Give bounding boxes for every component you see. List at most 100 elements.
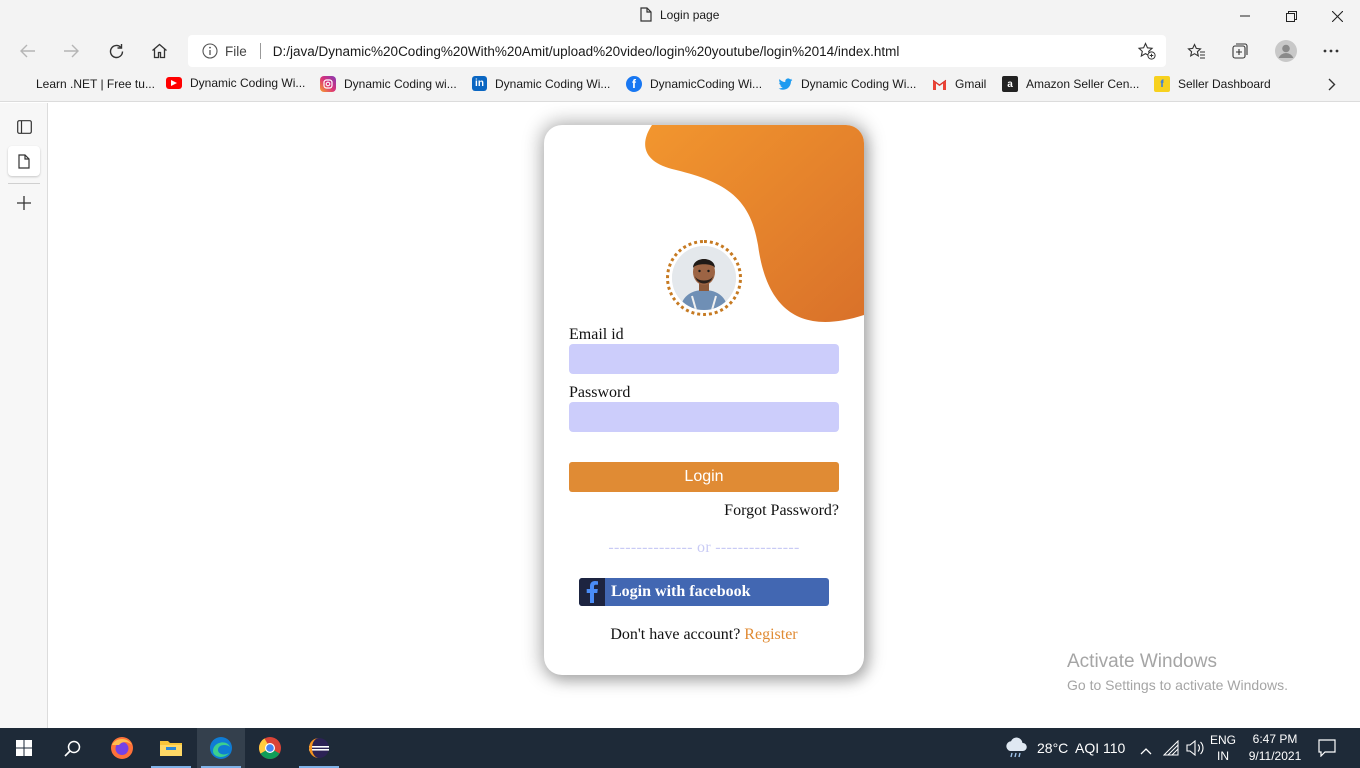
minimize-button[interactable] bbox=[1222, 0, 1268, 32]
chevron-up-icon bbox=[1140, 748, 1152, 755]
taskbar: 28°C AQI 110 ENG IN 6:47 PM 9/11/2021 bbox=[0, 728, 1360, 768]
collections-icon bbox=[1232, 43, 1248, 59]
address-separator bbox=[259, 43, 261, 59]
site-info[interactable]: File bbox=[202, 43, 247, 59]
tab-actions-button[interactable] bbox=[8, 112, 40, 142]
microsoft-icon bbox=[13, 76, 28, 91]
close-button[interactable] bbox=[1314, 0, 1360, 32]
or-divider: --------------- or --------------- bbox=[608, 539, 800, 556]
tab-login-page[interactable] bbox=[8, 146, 40, 176]
amazon-icon: a bbox=[1002, 76, 1018, 92]
edge-taskbar-button[interactable] bbox=[197, 728, 245, 768]
close-icon bbox=[1331, 10, 1343, 22]
weather-widget[interactable] bbox=[1004, 737, 1028, 764]
window-title-text: Login page bbox=[660, 7, 720, 22]
bookmark-label: Dynamic Coding Wi... bbox=[190, 76, 306, 90]
register-link[interactable]: Register bbox=[744, 626, 797, 643]
forward-button[interactable] bbox=[55, 36, 87, 66]
more-bookmarks-button[interactable] bbox=[1328, 78, 1336, 91]
file-explorer-taskbar-button[interactable] bbox=[147, 728, 195, 768]
refresh-button[interactable] bbox=[100, 36, 132, 66]
facebook-icon: f bbox=[626, 76, 642, 92]
network-button[interactable] bbox=[1162, 739, 1179, 761]
notifications-button[interactable] bbox=[1318, 739, 1336, 762]
clock[interactable]: 6:47 PM 9/11/2021 bbox=[1244, 731, 1306, 765]
password-field[interactable] bbox=[569, 402, 839, 432]
new-tab-button[interactable] bbox=[8, 188, 40, 218]
temperature[interactable]: 28°C bbox=[1037, 740, 1068, 756]
bookmark-twitter[interactable]: Dynamic Coding Wi... bbox=[777, 76, 916, 92]
bookmark-amazon[interactable]: a Amazon Seller Cen... bbox=[1002, 76, 1139, 92]
activate-subtitle: Go to Settings to activate Windows. bbox=[1067, 677, 1288, 693]
favorites-icon bbox=[1186, 42, 1205, 59]
home-button[interactable] bbox=[143, 36, 175, 66]
clock-time: 6:47 PM bbox=[1252, 732, 1298, 746]
email-field[interactable] bbox=[569, 344, 839, 374]
search-button[interactable] bbox=[48, 728, 96, 768]
password-label: Password bbox=[569, 384, 631, 401]
bookmark-label: Gmail bbox=[955, 77, 987, 91]
language-indicator[interactable]: ENG IN bbox=[1210, 732, 1236, 764]
start-button[interactable] bbox=[0, 728, 48, 768]
file-label: File bbox=[225, 43, 247, 59]
settings-more-button[interactable] bbox=[1315, 36, 1347, 66]
facebook-icon bbox=[579, 578, 605, 606]
bookmark-seller-dashboard[interactable]: f Seller Dashboard bbox=[1154, 76, 1271, 92]
wifi-icon bbox=[1162, 739, 1179, 756]
bookmark-label: Amazon Seller Cen... bbox=[1026, 77, 1140, 91]
restore-button[interactable] bbox=[1268, 0, 1314, 32]
plus-icon bbox=[17, 196, 31, 210]
bookmark-label: Seller Dashboard bbox=[1178, 77, 1271, 91]
chrome-taskbar-button[interactable] bbox=[246, 728, 294, 768]
bookmark-linkedin[interactable]: in Dynamic Coding Wi... bbox=[472, 76, 610, 91]
address-bar[interactable]: File D:/java/Dynamic%20Coding%20With%20A… bbox=[188, 35, 1166, 67]
show-hidden-icons-button[interactable] bbox=[1140, 742, 1152, 760]
forgot-password-link[interactable]: Forgot Password? bbox=[724, 502, 839, 520]
folder-icon bbox=[160, 741, 182, 756]
back-arrow-icon bbox=[20, 44, 35, 58]
minimize-icon bbox=[1240, 15, 1250, 17]
star-add-icon bbox=[1137, 42, 1156, 60]
add-favorite-button[interactable] bbox=[1137, 42, 1156, 63]
bookmark-youtube[interactable]: Dynamic Coding Wi... bbox=[166, 76, 305, 90]
tab-actions-icon bbox=[16, 120, 32, 134]
notification-icon bbox=[1318, 739, 1336, 758]
bookmark-learn-net[interactable]: Learn .NET | Free tu... bbox=[13, 76, 155, 91]
instagram-icon bbox=[320, 76, 336, 92]
bookmark-label: Learn .NET | Free tu... bbox=[36, 76, 155, 91]
chevron-right-icon bbox=[1328, 78, 1336, 91]
activate-windows-watermark: Activate Windows Go to Settings to activ… bbox=[1067, 651, 1288, 693]
panel-divider bbox=[8, 183, 40, 184]
region-code: IN bbox=[1217, 749, 1229, 763]
firefox-icon bbox=[111, 737, 133, 759]
profile-button[interactable] bbox=[1270, 36, 1302, 66]
url-text[interactable]: D:/java/Dynamic%20Coding%20With%20Amit/u… bbox=[273, 44, 900, 59]
firefox-taskbar-button[interactable] bbox=[98, 728, 146, 768]
forward-arrow-icon bbox=[64, 44, 79, 58]
info-icon bbox=[202, 43, 218, 59]
bookmark-facebook[interactable]: f DynamicCoding Wi... bbox=[626, 76, 762, 92]
eclipse-taskbar-button[interactable] bbox=[295, 728, 343, 768]
clock-date: 9/11/2021 bbox=[1248, 749, 1302, 763]
login-card: Email id Password Login Forgot Password?… bbox=[544, 125, 864, 675]
bookmark-gmail[interactable]: Gmail bbox=[931, 76, 986, 92]
favorites-button[interactable] bbox=[1180, 36, 1212, 66]
profile-avatar-icon bbox=[1275, 40, 1297, 62]
facebook-login-button[interactable]: Login with facebook bbox=[579, 578, 829, 606]
eclipse-icon bbox=[309, 738, 329, 758]
aqi[interactable]: AQI 110 bbox=[1075, 740, 1125, 756]
bookmark-instagram[interactable]: Dynamic Coding wi... bbox=[320, 76, 457, 92]
favorites-bar: Learn .NET | Free tu... Dynamic Coding W… bbox=[0, 70, 1360, 102]
page-icon bbox=[18, 153, 30, 169]
navigation-bar: File D:/java/Dynamic%20Coding%20With%20A… bbox=[0, 32, 1360, 70]
restore-icon bbox=[1285, 10, 1297, 22]
collections-button[interactable] bbox=[1224, 36, 1256, 66]
back-button[interactable] bbox=[12, 36, 44, 66]
email-label: Email id bbox=[569, 326, 624, 343]
volume-button[interactable] bbox=[1186, 739, 1204, 761]
login-button[interactable]: Login bbox=[569, 462, 839, 492]
bookmark-label: Dynamic Coding Wi... bbox=[495, 76, 611, 91]
edge-icon bbox=[210, 737, 232, 759]
refresh-icon bbox=[109, 43, 123, 58]
more-icon bbox=[1323, 49, 1339, 53]
